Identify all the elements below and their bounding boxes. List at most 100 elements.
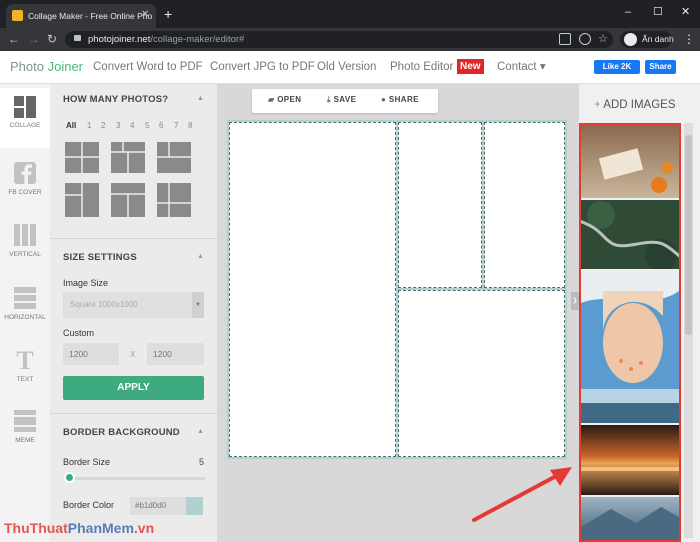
image-size-label: Image Size bbox=[63, 278, 109, 288]
count-6[interactable]: 6 bbox=[159, 121, 163, 130]
share-label: SHARE bbox=[388, 95, 419, 104]
vertical-layout-icon bbox=[14, 224, 36, 246]
add-images-label: ADD IMAGES bbox=[603, 99, 676, 111]
panel-toggle-icon[interactable]: ❯ bbox=[571, 292, 579, 310]
back-icon[interactable]: ← bbox=[8, 31, 20, 47]
layout-option-3[interactable] bbox=[157, 142, 191, 173]
plus-icon: + bbox=[594, 99, 601, 111]
layout-option-2[interactable] bbox=[111, 142, 145, 173]
count-1[interactable]: 1 bbox=[87, 121, 91, 130]
rail-label: FB COVER bbox=[8, 189, 42, 196]
count-5[interactable]: 5 bbox=[145, 121, 149, 130]
select-arrow-icon: ▼ bbox=[192, 292, 204, 318]
collage-cell-bottom-right[interactable] bbox=[398, 290, 565, 457]
height-input[interactable]: 1200 bbox=[147, 343, 204, 365]
nav-contact[interactable]: Contact ▾ bbox=[497, 60, 546, 74]
star-icon[interactable]: ☆ bbox=[598, 31, 608, 47]
minimize-icon[interactable]: – bbox=[625, 6, 631, 18]
divider bbox=[50, 413, 217, 414]
tab-favicon-icon bbox=[12, 10, 23, 21]
text-icon: T bbox=[16, 346, 34, 375]
rail-label: VERTICAL bbox=[9, 251, 41, 258]
border-background-heading: BORDER BACKGROUND bbox=[63, 427, 180, 438]
rail-vertical[interactable]: VERTICAL bbox=[0, 224, 50, 258]
maximize-icon[interactable]: ☐ bbox=[653, 6, 663, 18]
url-text[interactable]: photojoiner.net/collage-maker/editor# bbox=[88, 31, 244, 48]
rail-label: COLLAGE bbox=[9, 122, 41, 129]
count-3[interactable]: 3 bbox=[116, 121, 120, 130]
save-label: SAVE bbox=[333, 95, 357, 104]
count-4[interactable]: 4 bbox=[130, 121, 134, 130]
nav-photo-editor[interactable]: Photo Editor bbox=[390, 60, 453, 74]
layout-option-4[interactable] bbox=[65, 183, 99, 217]
folder-icon: ▰ bbox=[268, 95, 275, 104]
scrollbar-thumb[interactable] bbox=[685, 135, 692, 335]
watermark-a: ThuThuat bbox=[4, 520, 68, 536]
meme-icon bbox=[14, 410, 36, 432]
collapse-icon[interactable]: ▲ bbox=[197, 95, 204, 102]
watermark-b: PhanMem bbox=[67, 520, 134, 536]
color-swatch[interactable] bbox=[186, 497, 203, 515]
lock-icon[interactable] bbox=[74, 35, 81, 41]
add-images-button[interactable]: + ADD IMAGES bbox=[594, 99, 676, 111]
count-all[interactable]: All bbox=[66, 121, 76, 130]
facebook-share-button[interactable]: Share bbox=[645, 60, 676, 74]
nav-convert-jpg[interactable]: Convert JPG to PDF bbox=[210, 60, 315, 74]
profile-label: Ẩn danh bbox=[642, 34, 674, 44]
count-7[interactable]: 7 bbox=[174, 121, 178, 130]
border-size-label: Border Size bbox=[63, 457, 111, 467]
highlight-box bbox=[579, 123, 681, 542]
logo-text-b: Joiner bbox=[47, 59, 84, 74]
count-2[interactable]: 2 bbox=[101, 121, 105, 130]
nav-old-version[interactable]: Old Version bbox=[317, 60, 376, 74]
open-button[interactable]: ▰ OPEN bbox=[268, 95, 301, 104]
tab-close-icon[interactable]: ✕ bbox=[141, 10, 149, 20]
collage-cell-top-middle[interactable] bbox=[398, 122, 482, 288]
translate-icon[interactable] bbox=[559, 33, 571, 45]
layout-option-1[interactable] bbox=[65, 142, 99, 173]
collapse-icon[interactable]: ▲ bbox=[197, 428, 204, 435]
logo-text-a: Photo bbox=[10, 59, 48, 74]
dimension-separator: X bbox=[130, 350, 136, 359]
rail-collage[interactable]: COLLAGE bbox=[0, 88, 50, 148]
save-button[interactable]: ⤓ SAVE bbox=[327, 95, 356, 105]
border-size-slider[interactable] bbox=[66, 477, 205, 480]
annotation-arrow bbox=[472, 467, 572, 522]
custom-label: Custom bbox=[63, 328, 95, 338]
divider bbox=[50, 238, 217, 239]
url-host: photojoiner.net bbox=[88, 34, 151, 45]
browser-tab[interactable]: Collage Maker - Free Online Pho bbox=[6, 4, 156, 28]
forward-icon[interactable]: → bbox=[28, 31, 40, 47]
horizontal-layout-icon bbox=[14, 287, 36, 309]
reload-icon[interactable]: ↻ bbox=[47, 31, 57, 47]
slider-handle[interactable] bbox=[64, 472, 75, 483]
how-many-heading: HOW MANY PHOTOS? bbox=[63, 94, 169, 105]
watermark: ThuThuatPhanMem.vn bbox=[4, 520, 154, 536]
collapse-icon[interactable]: ▲ bbox=[197, 253, 204, 260]
site-logo[interactable]: Photo Joiner bbox=[10, 59, 83, 75]
collage-cell-left[interactable] bbox=[229, 122, 396, 457]
image-size-select[interactable]: Square 1000x1000 bbox=[63, 292, 203, 318]
rail-meme[interactable]: MEME bbox=[0, 410, 50, 444]
apply-button[interactable]: APPLY bbox=[63, 376, 204, 400]
share-button[interactable]: ● SHARE bbox=[381, 95, 419, 104]
rail-horizontal[interactable]: HORIZONTAL bbox=[0, 287, 50, 321]
url-path: /collage-maker/editor# bbox=[150, 34, 245, 45]
width-input[interactable]: 1200 bbox=[63, 343, 119, 365]
menu-dots-icon[interactable]: ⋮ bbox=[683, 31, 695, 48]
collage-cell-top-right[interactable] bbox=[484, 122, 565, 288]
count-8[interactable]: 8 bbox=[188, 121, 192, 130]
layout-option-6[interactable] bbox=[157, 183, 191, 217]
open-label: OPEN bbox=[277, 95, 302, 104]
rail-text[interactable]: T TEXT bbox=[0, 346, 50, 384]
close-window-icon[interactable]: ✕ bbox=[681, 6, 690, 18]
rail-label: MEME bbox=[15, 437, 35, 444]
size-settings-heading: SIZE SETTINGS bbox=[63, 252, 137, 263]
layout-option-5[interactable] bbox=[111, 183, 145, 217]
tracking-icon[interactable] bbox=[579, 33, 591, 45]
facebook-like-button[interactable]: Like 2K bbox=[594, 60, 640, 74]
rail-fb-cover[interactable]: FB COVER bbox=[0, 162, 50, 196]
new-tab-icon[interactable]: + bbox=[164, 7, 172, 21]
rail-label: TEXT bbox=[16, 376, 34, 383]
nav-convert-word[interactable]: Convert Word to PDF bbox=[93, 60, 203, 74]
